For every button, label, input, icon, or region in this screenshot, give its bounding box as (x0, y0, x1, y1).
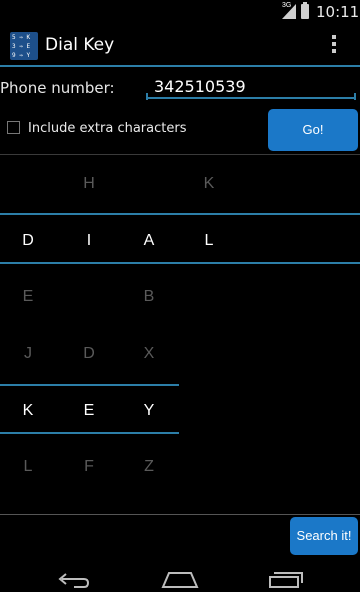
selected-letter-cell[interactable]: K (8, 402, 48, 420)
selected-row-top-line (0, 384, 179, 386)
search-button[interactable]: Search it! (290, 517, 358, 555)
bottom-divider (0, 514, 360, 515)
phone-number-input[interactable] (146, 75, 356, 99)
selected-row-bottom-line (0, 432, 179, 434)
app-title: Dial Key (45, 35, 115, 55)
form-divider (0, 154, 360, 155)
letter-cell[interactable]: L (8, 458, 48, 476)
input-underline-left-tick (146, 93, 148, 100)
status-bar: 3G 10:11 (0, 0, 360, 24)
selected-letter-cell[interactable]: I (69, 232, 109, 250)
selected-row-bottom-line (0, 262, 360, 264)
include-extra-label[interactable]: Include extra characters (28, 121, 186, 136)
selected-letter-cell[interactable]: E (69, 402, 109, 420)
letter-cell[interactable]: X (129, 345, 169, 363)
back-icon[interactable] (56, 570, 90, 588)
recents-icon[interactable] (268, 570, 304, 588)
clock: 10:11 (316, 3, 360, 21)
letter-cell[interactable]: Z (129, 458, 169, 476)
selected-letter-cell[interactable]: A (129, 232, 169, 250)
input-underline-right-tick (354, 93, 356, 100)
action-bar: 5 ⇒ K3 ⇒ E9 ⇒ Y Dial Key (0, 24, 360, 66)
phone-number-label: Phone number: (0, 79, 115, 97)
dialkey-app-icon: 5 ⇒ K3 ⇒ E9 ⇒ Y (10, 32, 38, 60)
selected-letter-cell[interactable]: D (8, 232, 48, 250)
action-bar-divider (0, 65, 360, 67)
selected-letter-cell[interactable]: Y (129, 402, 169, 420)
letter-cell[interactable]: K (189, 175, 229, 193)
battery-icon (301, 2, 309, 19)
selected-letter-cell[interactable]: L (189, 232, 229, 250)
letter-cell[interactable]: F (69, 458, 109, 476)
include-extra-checkbox[interactable] (7, 121, 20, 134)
home-icon[interactable] (161, 570, 199, 588)
letter-cell[interactable]: E (8, 288, 48, 306)
overflow-menu-icon[interactable] (331, 35, 337, 57)
letter-cell[interactable]: H (69, 175, 109, 193)
letter-cell[interactable]: J (8, 345, 48, 363)
selected-row-top-line (0, 213, 360, 215)
go-button[interactable]: Go! (268, 109, 358, 151)
network-type-label: 3G (282, 2, 292, 9)
navigation-bar (0, 556, 360, 592)
letter-cell[interactable]: D (69, 345, 109, 363)
letter-cell[interactable]: B (129, 288, 169, 306)
